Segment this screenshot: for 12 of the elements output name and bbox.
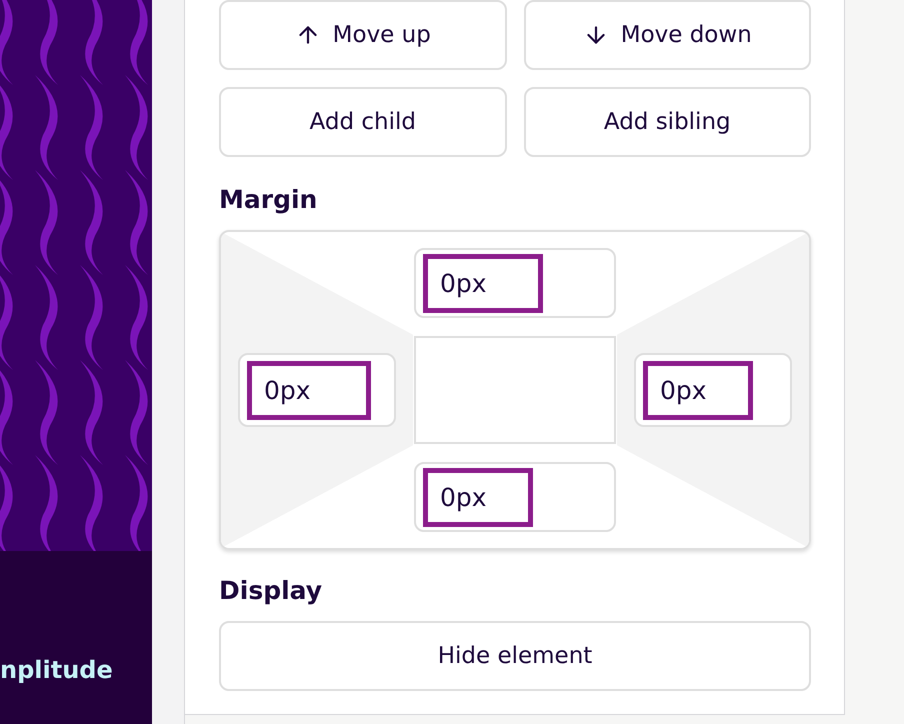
action-button[interactable]: Move down (524, 0, 811, 70)
action-button[interactable]: Add sibling (524, 87, 811, 157)
section-heading: Display (219, 576, 324, 605)
input-field[interactable]: 0px (247, 360, 371, 420)
input-field[interactable]: 0px (423, 468, 533, 526)
section-heading: Margin (219, 185, 318, 214)
input-field[interactable]: 0px (423, 254, 543, 312)
input-field[interactable]: 0px (643, 360, 753, 420)
brand-logo: nplitude (0, 656, 113, 684)
action-button[interactable]: Move up (219, 0, 506, 70)
hide-element-button[interactable]: Hide element (219, 621, 811, 691)
action-button[interactable]: Add child (219, 87, 506, 157)
